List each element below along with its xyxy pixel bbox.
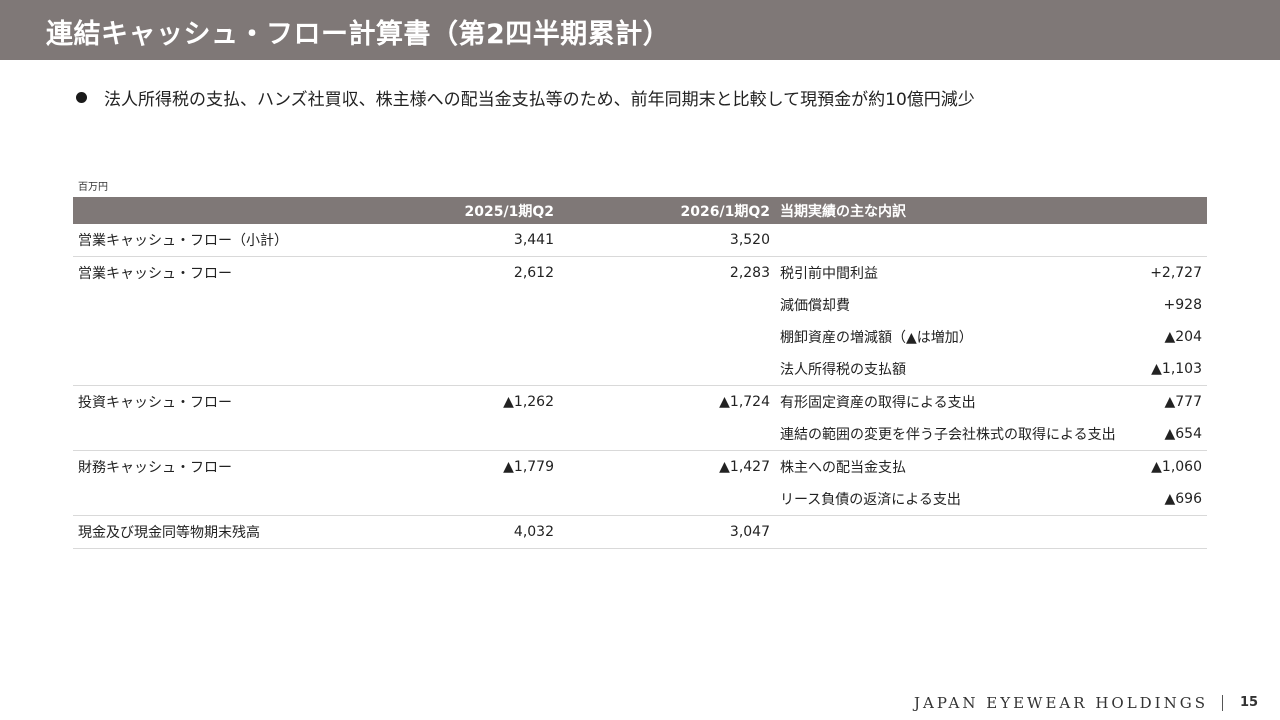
header-breakdown: 当期実績の主な内訳: [775, 197, 1115, 224]
row-item: 財務キャッシュ・フロー: [78, 460, 232, 476]
row-breakdown-amount: ▲1,060: [1151, 459, 1202, 475]
row-breakdown: 減価償却費: [780, 298, 850, 314]
row-prev-value: [343, 353, 559, 386]
table-row: 法人所得税の支払額 ▲1,103: [73, 353, 1207, 386]
row-breakdown: 有形固定資産の取得による支出: [780, 395, 976, 411]
row-prev-value: [343, 483, 559, 516]
bullet-dot-icon: [76, 91, 87, 103]
row-item: [73, 353, 343, 386]
table-header-row: 2025/1期Q2 2026/1期Q2 当期実績の主な内訳: [73, 197, 1207, 224]
row-breakdown-amount: +2,727: [1150, 265, 1202, 281]
row-current-value: 3,520: [559, 224, 775, 257]
page-number: 15: [1240, 695, 1259, 710]
title-bar: 連結キャッシュ・フロー計算書（第2四半期累計）: [0, 0, 1280, 60]
row-breakdown: リース負債の返済による支出: [775, 483, 1115, 516]
row-item: 営業キャッシュ・フロー（小計）: [73, 224, 343, 257]
row-breakdown-amount: ▲696: [1115, 483, 1207, 516]
table-row: 棚卸資産の増減額（▲は増加） ▲204: [73, 321, 1207, 353]
table-row: 連結の範囲の変更を伴う子会社株式の取得による支出 ▲654: [73, 418, 1207, 451]
table-row: 営業キャッシュ・フロー（小計） 3,441 3,520: [73, 224, 1207, 257]
summary-text: 法人所得税の支払、ハンズ社買収、株主様への配当金支払等のため、前年同期末と比較し…: [104, 89, 975, 110]
row-breakdown-amount: ▲654: [1115, 418, 1207, 451]
row-current-value: ▲1,724: [719, 394, 770, 410]
row-current-value: [559, 353, 775, 386]
row-current-value: 3,047: [559, 515, 775, 549]
row-breakdown-amount: ▲204: [1164, 329, 1203, 345]
row-breakdown: 法人所得税の支払額: [775, 353, 1115, 386]
row-prev-value: [343, 418, 559, 451]
table-row: 減価償却費 +928: [73, 289, 1207, 321]
header-amount: [1115, 197, 1207, 224]
footer-divider: [1222, 695, 1223, 711]
row-breakdown-amount: ▲1,103: [1115, 353, 1207, 386]
row-item: [73, 418, 343, 451]
row-item: [73, 483, 343, 516]
header-item: [73, 197, 343, 224]
row-breakdown-amount: ▲777: [1164, 394, 1203, 410]
header-current-period: 2026/1期Q2: [559, 197, 775, 224]
table-row: リース負債の返済による支出 ▲696: [73, 483, 1207, 516]
row-prev-value: ▲1,262: [503, 394, 554, 410]
row-current-value: [559, 321, 775, 353]
table-row: 営業キャッシュ・フロー 2,612 2,283 税引前中間利益 +2,727: [73, 257, 1207, 290]
cash-flow-table: 2025/1期Q2 2026/1期Q2 当期実績の主な内訳 営業キャッシュ・フロ…: [73, 197, 1207, 549]
table-row: 財務キャッシュ・フロー ▲1,779 ▲1,427 株主への配当金支払 ▲1,0…: [73, 451, 1207, 484]
row-breakdown: [775, 224, 1115, 257]
row-current-value: 2,283: [729, 265, 770, 281]
row-breakdown: 株主への配当金支払: [780, 460, 906, 476]
row-breakdown-amount: +928: [1163, 297, 1202, 313]
row-current-value: ▲1,427: [719, 459, 770, 475]
row-breakdown-amount: [1115, 224, 1207, 257]
row-current-value: [559, 289, 775, 321]
row-item: [73, 289, 343, 321]
row-prev-value: 4,032: [343, 515, 559, 549]
table-row: 現金及び現金同等物期末残高 4,032 3,047: [73, 515, 1207, 549]
row-breakdown: 連結の範囲の変更を伴う子会社株式の取得による支出: [775, 418, 1116, 451]
header-prev-period: 2025/1期Q2: [343, 197, 559, 224]
summary-bullet: 法人所得税の支払、ハンズ社買収、株主様への配当金支払等のため、前年同期末と比較し…: [76, 85, 975, 110]
row-current-value: [559, 483, 775, 516]
row-breakdown-amount: [1115, 515, 1207, 549]
row-prev-value: ▲1,779: [503, 459, 554, 475]
row-breakdown: 棚卸資産の増減額（▲は増加）: [780, 330, 973, 346]
row-current-value: [559, 418, 775, 451]
row-prev-value: 3,441: [343, 224, 559, 257]
row-item: 投資キャッシュ・フロー: [78, 395, 232, 411]
row-item: [73, 321, 343, 353]
row-breakdown: [775, 515, 1115, 549]
row-item: 営業キャッシュ・フロー: [78, 266, 232, 282]
row-prev-value: [343, 289, 559, 321]
table-row: 投資キャッシュ・フロー ▲1,262 ▲1,724 有形固定資産の取得による支出…: [73, 386, 1207, 419]
row-prev-value: 2,612: [513, 265, 554, 281]
footer-brand: JAPAN EYEWEAR HOLDINGS: [913, 694, 1208, 712]
page-title: 連結キャッシュ・フロー計算書（第2四半期累計）: [46, 19, 671, 50]
row-item: 現金及び現金同等物期末残高: [73, 515, 343, 549]
row-breakdown: 税引前中間利益: [780, 266, 878, 282]
unit-label: 百万円: [78, 182, 108, 193]
row-prev-value: [343, 321, 559, 353]
